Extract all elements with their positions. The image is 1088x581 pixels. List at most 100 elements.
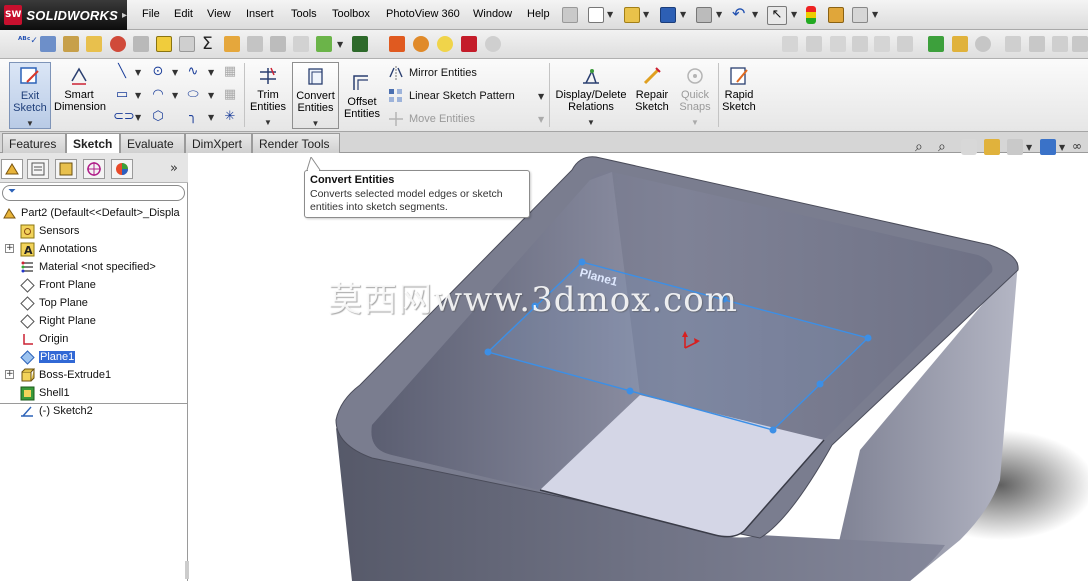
assembly-tool-4-icon[interactable] <box>852 36 868 52</box>
select-dropdown-icon[interactable]: ▼ <box>791 10 797 19</box>
tab-features[interactable]: Features <box>2 133 66 153</box>
search-tool-icon[interactable] <box>952 36 968 52</box>
import-diagnostics-icon[interactable] <box>352 36 368 52</box>
feature-manager-tab[interactable] <box>1 159 23 179</box>
plane-handle-edge[interactable] <box>816 380 824 388</box>
spline-dropdown-icon[interactable]: ▼ <box>208 68 214 77</box>
orbit-tool-icon[interactable] <box>975 36 991 52</box>
convert-dropdown-icon[interactable]: ▼ <box>293 118 338 130</box>
polygon-icon[interactable]: ⬡ <box>149 109 167 125</box>
assembly-tool-1-icon[interactable] <box>782 36 798 52</box>
line-icon[interactable]: ╲ <box>113 64 131 80</box>
measure-icon[interactable] <box>40 36 56 52</box>
new-dropdown-icon[interactable]: ▼ <box>607 10 613 19</box>
tree-item-material[interactable]: Material <not specified> <box>20 258 156 276</box>
mass-properties-icon[interactable] <box>63 36 79 52</box>
point-icon[interactable]: ✳ <box>221 109 239 125</box>
zoom-to-fit-icon[interactable]: ⌕ <box>915 139 931 155</box>
plane-handle-corner[interactable] <box>769 426 777 434</box>
display-style-icon[interactable] <box>1040 139 1056 155</box>
menu-photoview[interactable]: PhotoView 360 <box>386 8 460 20</box>
tree-filter-input[interactable]: ⏷ <box>2 185 185 201</box>
spelling-check-icon[interactable]: ᴬᴮᶜ✓ <box>18 36 38 52</box>
previous-view-icon[interactable] <box>961 139 977 155</box>
open-folder-icon[interactable] <box>624 7 640 23</box>
plane-handle-corner[interactable] <box>484 348 492 356</box>
check-sketch-icon[interactable] <box>156 36 172 52</box>
sensor-icon[interactable] <box>110 36 126 52</box>
view-tool-1-icon[interactable] <box>1005 36 1021 52</box>
convert-entities-button[interactable]: Convert Entities ▼ <box>292 62 339 129</box>
configuration-manager-tab[interactable] <box>55 159 77 179</box>
menu-file[interactable]: File <box>142 8 160 20</box>
tab-evaluate[interactable]: Evaluate <box>120 133 185 153</box>
save-icon[interactable] <box>660 7 676 23</box>
menu-window[interactable]: Window <box>473 8 512 20</box>
feature-icon[interactable] <box>293 36 309 52</box>
sketch-grid-icon[interactable]: ▦ <box>221 64 239 80</box>
view-orientation-icon[interactable] <box>1007 139 1023 155</box>
exit-sketch-button[interactable]: Exit Sketch ▼ <box>9 62 51 129</box>
expand-panel-icon[interactable]: » <box>170 161 178 176</box>
undo-icon[interactable]: ↶ <box>732 6 748 22</box>
tree-item-sensors[interactable]: Sensors <box>20 222 79 240</box>
circle-icon[interactable]: ⊙ <box>149 64 167 80</box>
tree-item-origin[interactable]: Origin <box>20 330 68 348</box>
tree-item-front-plane[interactable]: Front Plane <box>20 276 96 294</box>
view-tool-4-icon[interactable] <box>1072 36 1088 52</box>
trim-dropdown-icon[interactable]: ▼ <box>248 117 288 129</box>
equations-sum-icon[interactable]: Σ <box>202 34 218 54</box>
menu-toolbox[interactable]: Toolbox <box>332 8 370 20</box>
menu-view[interactable]: View <box>207 8 231 20</box>
arc-dropdown-icon[interactable]: ▼ <box>172 91 178 100</box>
menu-insert[interactable]: Insert <box>246 8 274 20</box>
stop-icon[interactable] <box>461 36 477 52</box>
slot-dropdown-icon[interactable]: ▼ <box>135 113 141 122</box>
plane-handle-edge[interactable] <box>626 387 634 395</box>
statistics-icon[interactable] <box>133 36 149 52</box>
offset-entities-button[interactable]: Offset Entities <box>342 69 382 129</box>
feature-dropdown-icon[interactable]: ▼ <box>337 40 343 49</box>
pin-icon[interactable] <box>562 7 578 23</box>
expand-annotations-icon[interactable]: + <box>5 244 14 253</box>
tree-item-plane1[interactable]: Plane1 <box>20 348 76 366</box>
arc-icon[interactable]: ◠ <box>149 87 167 103</box>
check-icon[interactable] <box>179 36 195 52</box>
display-relations-icon[interactable] <box>224 36 240 52</box>
tree-item-boss-extrude1[interactable]: Boss-Extrude1 <box>20 366 111 384</box>
rapid-sketch-button[interactable]: Rapid Sketch <box>720 62 758 129</box>
pattern-dropdown-icon[interactable]: ▼ <box>538 92 544 101</box>
ellipse-dropdown-icon[interactable]: ▼ <box>208 91 214 100</box>
ellipse-icon[interactable]: ⬭ <box>184 87 202 103</box>
tree-item-annotations[interactable]: A Annotations <box>20 240 97 258</box>
display-delete-relations-button[interactable]: Display/Delete Relations ▼ <box>553 62 629 129</box>
assembly-tool-3-icon[interactable] <box>830 36 846 52</box>
relations-dropdown-icon[interactable]: ▼ <box>553 117 629 129</box>
slot-icon[interactable]: ⊂⊃ <box>113 109 135 125</box>
assembly-tool-2-icon[interactable] <box>806 36 822 52</box>
section-properties-icon[interactable] <box>86 36 102 52</box>
green-tool-icon[interactable] <box>928 36 944 52</box>
view-tool-3-icon[interactable] <box>1052 36 1068 52</box>
menu-tools[interactable]: Tools <box>291 8 317 20</box>
tree-item-right-plane[interactable]: Right Plane <box>20 312 96 330</box>
rebuild-traffic-light-icon[interactable] <box>806 6 816 24</box>
menu-edit[interactable]: Edit <box>174 8 193 20</box>
hide-show-items-icon[interactable]: ∞ <box>1072 139 1088 155</box>
smart-dimension-button[interactable]: Smart Dimension <box>54 62 106 129</box>
trim-entities-button[interactable]: Trim Entities ▼ <box>248 62 288 129</box>
property-manager-tab[interactable] <box>27 159 49 179</box>
tab-dimxpert[interactable]: DimXpert <box>185 133 252 153</box>
plane-handle-corner[interactable] <box>864 334 872 342</box>
spline-icon[interactable]: ∿ <box>184 64 202 80</box>
move-dropdown-icon[interactable]: ▼ <box>538 115 544 124</box>
tab-render-tools[interactable]: Render Tools <box>252 133 340 153</box>
assembly-tool-5-icon[interactable] <box>874 36 890 52</box>
display-manager-tab[interactable] <box>111 159 133 179</box>
sketch-grid2-icon[interactable]: ▦ <box>221 87 239 103</box>
display-style-dropdown-icon[interactable]: ▼ <box>1059 143 1065 152</box>
assembly-tool-6-icon[interactable] <box>897 36 913 52</box>
rebuild-icon[interactable] <box>413 36 429 52</box>
linear-sketch-pattern-button[interactable]: Linear Sketch Pattern <box>388 87 515 105</box>
section-view-icon[interactable] <box>984 139 1000 155</box>
